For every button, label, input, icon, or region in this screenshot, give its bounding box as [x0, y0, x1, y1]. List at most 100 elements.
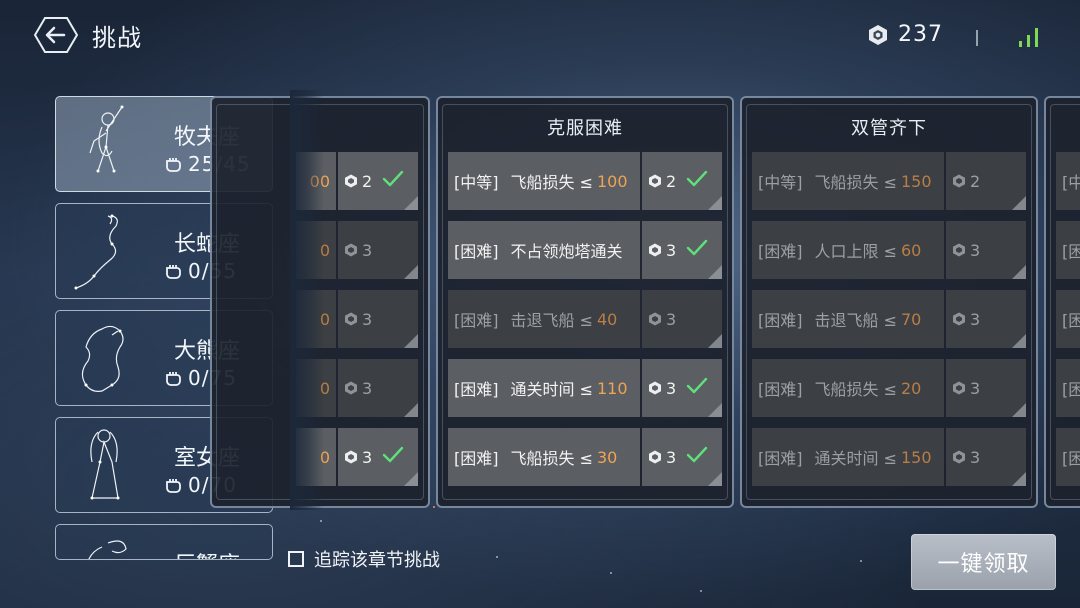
reward-amount: 3 [362, 240, 373, 260]
challenge-condition: [困难] 击退飞船 ≤70 [752, 290, 944, 348]
challenge-condition: [困 [1056, 221, 1080, 279]
gem-icon [649, 450, 661, 464]
challenge-text: 通关时间 ≤ [510, 380, 594, 399]
row-corner-accent [404, 472, 418, 486]
challenge-value: 20 [901, 378, 922, 398]
gem-icon [345, 312, 357, 326]
fist-icon [166, 372, 181, 386]
gem-icon [649, 312, 661, 326]
challenge-row-partial[interactable]: [困 [1056, 221, 1080, 279]
reward-amount: 3 [970, 309, 981, 329]
challenge-reward: 3 [338, 359, 418, 417]
reward-amount: 3 [666, 240, 677, 260]
challenge-level: [困难] [758, 311, 803, 330]
row-corner-accent [1012, 196, 1026, 210]
reward-amount: 3 [970, 240, 981, 260]
reward-amount: 3 [666, 447, 677, 467]
challenge-row[interactable]: [困难] 不占领炮塔通关 3 [448, 221, 722, 279]
challenge-reward: 2 [338, 152, 418, 210]
row-corner-accent [708, 265, 722, 279]
challenge-level: [困难] [758, 449, 803, 468]
checkmark-icon [686, 239, 708, 256]
row-corner-accent [1012, 265, 1026, 279]
challenge-row-partial[interactable]: [困 [1056, 428, 1080, 486]
challenge-reward: 3 [642, 428, 722, 486]
row-corner-accent [404, 334, 418, 348]
challenge-reward: 3 [642, 221, 722, 279]
gem-icon [345, 174, 357, 188]
gem-icon [345, 381, 357, 395]
challenge-condition: [困难] 飞船损失 ≤20 [752, 359, 944, 417]
challenge-value: 150 [901, 171, 932, 191]
gem-icon [953, 174, 965, 188]
challenge-reward: 3 [946, 290, 1026, 348]
gem-icon [649, 243, 661, 257]
hexagon-gem-icon [869, 24, 887, 45]
challenge-row[interactable]: [困难] 通关时间 ≤110 3 [448, 359, 722, 417]
row-corner-accent [1012, 472, 1026, 486]
challenge-condition: [困 [1056, 290, 1080, 348]
background-star [860, 560, 862, 562]
challenge-text: 不占领炮塔通关 [510, 242, 623, 261]
reward-amount: 3 [362, 447, 373, 467]
challenge-reward: 3 [338, 221, 418, 279]
background-star [320, 520, 322, 522]
challenge-condition: [中 [1056, 152, 1080, 210]
challenge-level: [困难] [454, 449, 499, 468]
challenge-row[interactable]: [中等] 飞船损失 ≤100 2 [448, 152, 722, 210]
challenge-row-partial[interactable]: [中 [1056, 152, 1080, 210]
checkmark-icon [382, 446, 404, 463]
track-checkbox[interactable] [288, 551, 304, 567]
row-corner-accent [1012, 403, 1026, 417]
checkmark-icon [686, 446, 708, 463]
background-star [700, 590, 702, 592]
challenge-row[interactable]: [中等] 飞船损失 ≤150 2 [752, 152, 1026, 210]
currency-display: 237 [868, 22, 943, 47]
challenge-condition: [困难] 通关时间 ≤150 [752, 428, 944, 486]
ursa-major-figure-icon [81, 325, 124, 392]
challenge-reward: 3 [946, 359, 1026, 417]
challenge-condition: [困难] 人口上限 ≤60 [752, 221, 944, 279]
challenge-condition: [困难] 不占领炮塔通关 [448, 221, 640, 279]
checkmark-icon [686, 377, 708, 394]
claim-all-button[interactable]: 一键领取 [911, 534, 1056, 590]
reward-amount: 3 [362, 378, 373, 398]
challenge-condition: [中等] 飞船损失 ≤150 [752, 152, 944, 210]
back-button[interactable] [33, 16, 79, 54]
row-corner-accent [708, 403, 722, 417]
checkmark-icon [382, 170, 404, 187]
challenge-row[interactable]: [困难] 飞船损失 ≤30 3 [448, 428, 722, 486]
challenge-condition: [中等] 飞船损失 ≤100 [448, 152, 640, 210]
reward-amount: 2 [362, 171, 373, 191]
challenge-text: 飞船损失 ≤ [814, 173, 898, 192]
gem-icon [345, 243, 357, 257]
reward-amount: 3 [362, 309, 373, 329]
fist-icon [166, 479, 181, 493]
challenge-level: [中 [1062, 173, 1080, 192]
challenge-row[interactable]: [困难] 击退飞船 ≤70 3 [752, 290, 1026, 348]
gem-icon [953, 450, 965, 464]
challenge-row[interactable]: [困难] 人口上限 ≤60 3 [752, 221, 1026, 279]
page-title: 挑战 [92, 24, 142, 52]
challenge-value: 150 [901, 447, 932, 467]
challenge-row[interactable]: [困难] 通关时间 ≤150 3 [752, 428, 1026, 486]
challenge-row-partial[interactable]: [困 [1056, 290, 1080, 348]
challenge-level: [困难] [454, 242, 499, 261]
challenge-row[interactable]: [困难] 击退飞船 ≤40 3 [448, 290, 722, 348]
gem-icon [649, 381, 661, 395]
challenge-reward: 3 [642, 359, 722, 417]
challenge-level: [困难] [454, 380, 499, 399]
arrow-left-icon [33, 17, 79, 53]
constellation-item-cancer[interactable]: 巨蟹座 [55, 524, 273, 560]
row-corner-accent [708, 472, 722, 486]
challenge-value: 30 [597, 447, 618, 467]
background-star [496, 556, 498, 558]
reward-amount: 3 [970, 447, 981, 467]
track-chapter-toggle[interactable]: 追踪该章节挑战 [288, 546, 440, 572]
challenge-row[interactable]: [困难] 飞船损失 ≤20 3 [752, 359, 1026, 417]
challenge-row-partial[interactable]: [困 [1056, 359, 1080, 417]
challenge-reward: 3 [642, 290, 722, 348]
challenge-level: [困 [1062, 449, 1080, 468]
reward-amount: 3 [666, 309, 677, 329]
challenge-condition: [困 [1056, 359, 1080, 417]
